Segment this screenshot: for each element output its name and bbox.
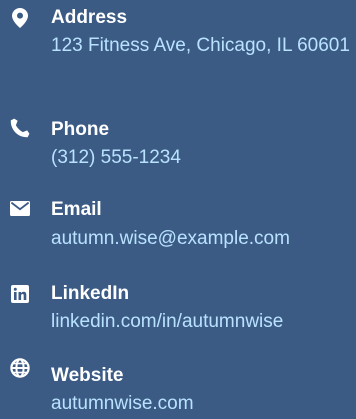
phone-icon — [6, 117, 34, 139]
phone-label: Phone — [51, 119, 110, 140]
website-label: Website — [51, 365, 124, 386]
phone-value[interactable]: (312) 555-1234 — [51, 145, 181, 171]
linkedin-value[interactable]: linkedin.com/in/autumnwise — [51, 309, 283, 335]
website-value[interactable]: autumnwise.com — [51, 391, 194, 417]
envelope-icon — [6, 197, 34, 219]
globe-icon — [6, 357, 34, 379]
address-value: 123 Fitness Ave, Chicago, IL 60601 — [51, 35, 350, 56]
linkedin-icon — [6, 283, 34, 305]
email-label: Email — [51, 199, 102, 220]
address-label: Address — [51, 7, 128, 28]
email-value[interactable]: autumn.wise@example.com — [51, 226, 290, 252]
linkedin-label: LinkedIn — [51, 283, 130, 304]
map-pin-icon — [6, 7, 34, 29]
